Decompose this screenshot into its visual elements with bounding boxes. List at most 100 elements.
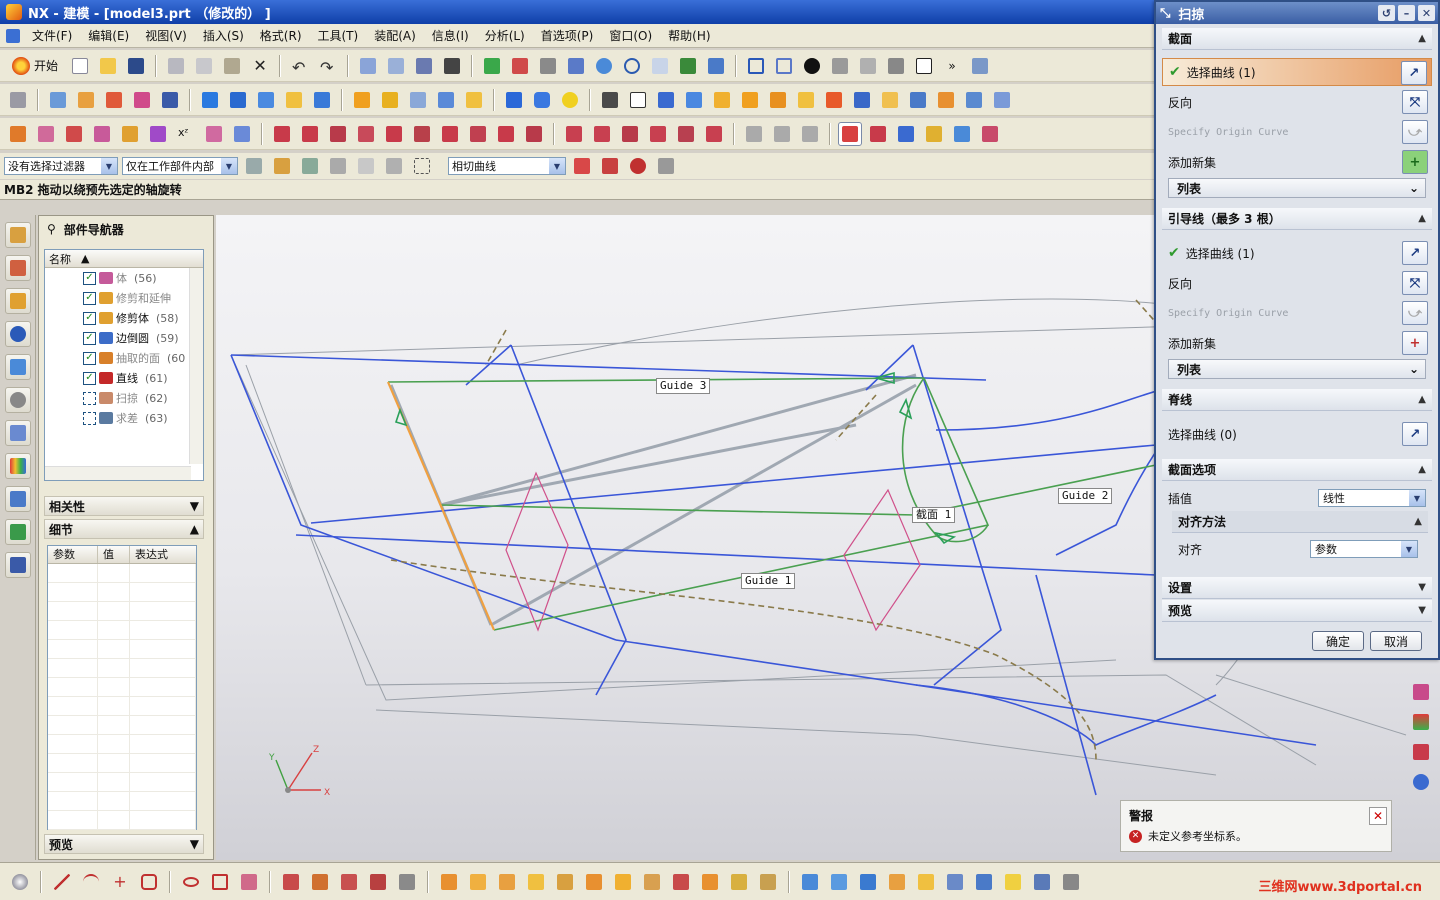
paste-button[interactable] [220,54,244,78]
surface-7-button[interactable] [972,870,996,894]
law-extension-button[interactable] [118,122,142,146]
select-3-button[interactable] [354,154,378,178]
shaded-button[interactable] [800,54,824,78]
preview-header[interactable]: 预览 ▼ [1162,600,1432,622]
menu-format[interactable]: 格式(R) [252,27,310,44]
menu-preferences[interactable]: 首选项(P) [533,27,602,44]
cylinder-feature-button[interactable] [158,88,182,112]
surface-9-button[interactable] [1030,870,1054,894]
origin-curve-icon[interactable]: ⤻ [1402,120,1428,144]
system-scenes-tab[interactable] [5,552,31,578]
guide-1-label[interactable]: Guide 1 [741,573,796,589]
select-2-button[interactable] [326,154,350,178]
expression-column[interactable]: 表达式 [130,546,196,563]
analysis-4-button[interactable] [922,122,946,146]
type-filter-select[interactable]: 没有选择过滤器 ▼ [4,157,118,175]
path-button[interactable] [626,154,650,178]
edit-surface-9-button[interactable] [494,122,518,146]
tree-horizontal-scrollbar[interactable] [45,466,191,480]
surface-2-button[interactable] [827,870,851,894]
shell-button[interactable] [626,88,650,112]
edit-curve-4-button[interactable] [646,122,670,146]
visibility-checkbox[interactable]: ✓ [83,311,96,325]
menu-window[interactable]: 窗口(O) [601,27,660,44]
guides-select-curve-row[interactable]: ✔ 选择曲线 (1) ↗ [1162,239,1432,267]
edit-surface-1-button[interactable] [270,122,294,146]
delete-button[interactable]: ✕ [248,54,272,78]
zoom-button[interactable] [592,54,616,78]
save-button[interactable] [124,54,148,78]
view-ball-button[interactable] [8,870,32,894]
edit-curve-3-button[interactable] [618,122,642,146]
spline-button[interactable] [202,122,226,146]
menu-analysis[interactable]: 分析(L) [477,27,533,44]
tree-item[interactable]: ✓ 修剪和延伸 [45,288,203,308]
polygon-button[interactable] [137,870,161,894]
menu-view[interactable]: 视图(V) [137,27,195,44]
menu-file[interactable]: 文件(F) [24,27,80,44]
general-select-button[interactable] [242,154,266,178]
point-button[interactable] [434,88,458,112]
minimize-icon[interactable]: – [1398,5,1415,21]
curve-op-5-button[interactable] [395,870,419,894]
analysis-5-button[interactable] [950,122,974,146]
surface-6-button[interactable] [943,870,967,894]
alignment-method-header[interactable]: 对齐方法 ▲ [1172,511,1428,533]
info-button[interactable] [412,54,436,78]
edit-curve-5-button[interactable] [674,122,698,146]
dependencies-section[interactable]: 相关性 ▼ [44,496,204,516]
bridge-button[interactable] [90,122,114,146]
curve-select-icon[interactable]: ↗ [1402,241,1428,265]
section-group-header[interactable]: 截面 ▲ [1162,28,1432,50]
analysis-2-button[interactable] [866,122,890,146]
thicken-button[interactable] [906,88,930,112]
add-set-icon[interactable]: + [1402,331,1428,355]
tree-item[interactable]: ✓ 边倒圆 (59) [45,328,203,348]
follow-fillet-button[interactable] [598,154,622,178]
assembly-3-button[interactable] [495,870,519,894]
transform-button[interactable] [384,54,408,78]
face-analysis-button[interactable] [884,54,908,78]
assembly-8-button[interactable] [640,870,664,894]
trim-body-button[interactable] [766,88,790,112]
refresh-button[interactable] [480,54,504,78]
view-orient-button[interactable] [704,54,728,78]
curve-rule-select[interactable]: 相切曲线 ▼ [448,157,566,175]
side-tool-2-button[interactable] [1409,710,1433,734]
chamfer-button[interactable] [738,88,762,112]
pin-icon[interactable]: ⚲ [47,222,56,236]
section-options-header[interactable]: 截面选项 ▲ [1162,459,1432,481]
boss-button[interactable] [226,88,250,112]
line-button[interactable] [50,870,74,894]
ok-button[interactable]: 确定 [1312,631,1364,651]
analysis-6-button[interactable] [978,122,1002,146]
tree-item[interactable]: 扫掠 (62) [45,388,203,408]
surface-4-button[interactable] [885,870,909,894]
surface-3-button[interactable] [856,870,880,894]
through-curves-button[interactable] [990,88,1014,112]
slot-button[interactable] [310,88,334,112]
edit-surface-5-button[interactable] [382,122,406,146]
visibility-checkbox[interactable]: ✓ [83,291,96,305]
assembly-11-button[interactable] [727,870,751,894]
n-sided-button[interactable] [62,122,86,146]
history-tab[interactable] [5,387,31,413]
reuse-library-tab[interactable] [5,288,31,314]
blend-button[interactable] [710,88,734,112]
offset-face-button[interactable] [682,88,706,112]
tree-column-header[interactable]: 名称 ▲ [45,250,203,268]
value-column[interactable]: 值 [98,546,130,563]
extrude-button[interactable] [46,88,70,112]
pad-button[interactable] [282,88,306,112]
ellipse-button[interactable] [179,870,203,894]
edit-surface-7-button[interactable] [438,122,462,146]
settings-header[interactable]: 设置 ▼ [1162,577,1432,599]
visibility-checkbox[interactable] [83,411,96,425]
xyz-button[interactable]: xᶻ [174,122,198,146]
variational-sweep-button[interactable] [146,122,170,146]
split-body-button[interactable] [794,88,818,112]
pattern-button[interactable] [878,88,902,112]
shape-2-button[interactable] [770,122,794,146]
section-curve-button[interactable] [230,122,254,146]
extract-button[interactable] [934,88,958,112]
